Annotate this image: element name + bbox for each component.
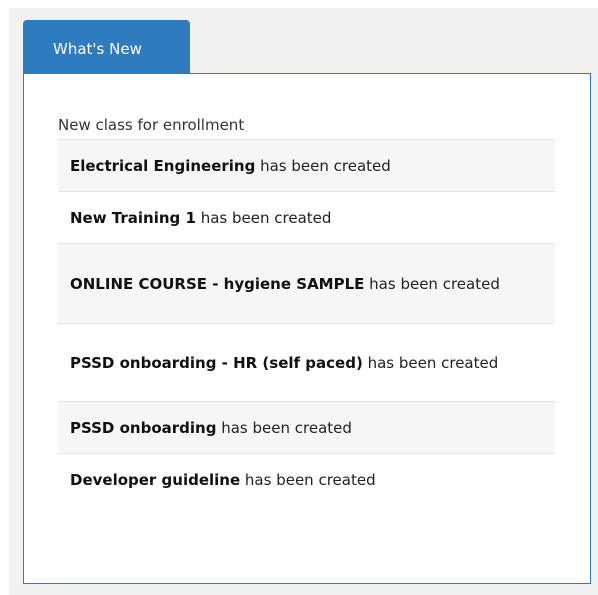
item-status: has been created xyxy=(255,156,391,175)
list-item[interactable]: ONLINE COURSE - hygiene SAMPLE has been … xyxy=(58,243,555,323)
class-name: ONLINE COURSE - hygiene SAMPLE xyxy=(70,274,365,293)
class-name: PSSD onboarding xyxy=(70,418,217,437)
item-status: has been created xyxy=(362,353,499,372)
list-item[interactable]: Electrical Engineering has been created xyxy=(58,139,555,191)
item-status: has been created xyxy=(364,274,500,293)
item-status: has been created xyxy=(195,208,332,227)
class-name: New Training 1 xyxy=(70,208,196,227)
list-item[interactable]: Developer guideline has been created xyxy=(58,453,555,505)
item-status: has been created xyxy=(240,470,376,489)
whats-new-panel: New class for enrollment Electrical Engi… xyxy=(23,73,591,584)
class-name: Electrical Engineering xyxy=(70,156,256,175)
section-title: New class for enrollment xyxy=(58,116,245,134)
tab-whats-new[interactable]: What's New xyxy=(23,20,190,74)
class-name: Developer guideline xyxy=(70,470,241,489)
list-item[interactable]: PSSD onboarding - HR (self paced) has be… xyxy=(58,323,555,401)
list-item[interactable]: New Training 1 has been created xyxy=(58,191,555,243)
class-name: PSSD onboarding - HR (self paced) xyxy=(70,353,363,372)
list-item[interactable]: PSSD onboarding has been created xyxy=(58,401,555,453)
tab-label: What's New xyxy=(53,40,142,58)
item-status: has been created xyxy=(216,418,352,437)
